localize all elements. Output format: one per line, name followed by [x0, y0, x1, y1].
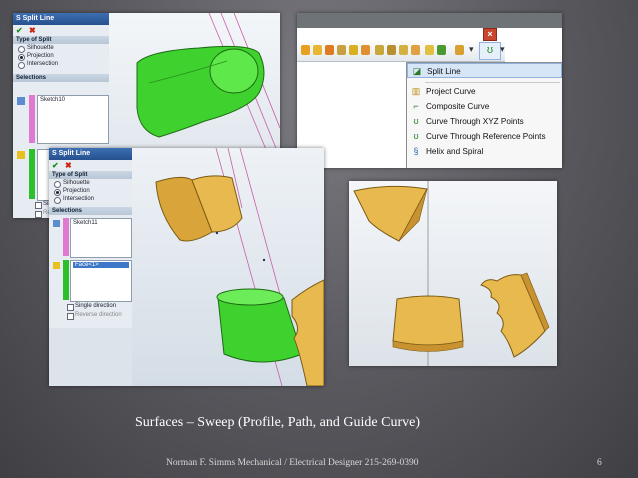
intersection-radio[interactable]: Intersection [13, 60, 109, 69]
sketch-color-bar [29, 95, 35, 143]
selections-header[interactable]: Selections [13, 74, 109, 82]
split-line-icon: S [16, 15, 21, 22]
chevron-down-icon[interactable]: ▾ [469, 44, 474, 55]
reference-geometry-icon[interactable] [455, 45, 464, 55]
slide-footer: Norman F. Simms Mechanical / Electrical … [166, 458, 419, 468]
single-direction-checkbox[interactable]: Single direction [65, 303, 116, 311]
split-result-screenshot [349, 181, 557, 366]
panel-title-text: Split Line [22, 15, 55, 22]
menu-item-label: Curve Through Reference Points [426, 132, 546, 141]
graphics-viewport[interactable] [132, 148, 324, 386]
ok-cancel-row: ✔ ✖ [13, 25, 109, 36]
sketch-item: Sketch11 [73, 220, 98, 226]
panel-title: S Split Line [49, 148, 132, 160]
toolbar-icon-1[interactable] [301, 45, 310, 55]
ok-button[interactable]: ✔ [52, 161, 59, 170]
composite-curve-icon: ⌐ [413, 101, 419, 111]
toolbar-icon-7[interactable] [375, 45, 384, 55]
face-selection-box[interactable]: Face<1> [70, 260, 132, 302]
face-color-bar [29, 149, 35, 199]
sketch-icon [17, 97, 25, 105]
split-result-models [353, 181, 550, 366]
menu-item-project-curve[interactable]: ▥ Project Curve [407, 84, 562, 99]
curves-dropdown-button[interactable]: ʊ [479, 42, 501, 60]
toolbar-icon-3[interactable] [325, 45, 334, 55]
features-toolbar: ▾ ʊ ▾ [297, 41, 505, 62]
toolbar-icon-2[interactable] [313, 45, 322, 55]
menu-item-curve-through-reference[interactable]: ʊ Curve Through Reference Points [407, 129, 562, 144]
sketch-item: Sketch10 [40, 97, 66, 103]
project-curve-icon: ▥ [411, 86, 421, 96]
curves-dropdown-arrow-icon[interactable]: ▾ [500, 44, 505, 55]
curves-menu: ◪ Split Line ▥ Project Curve ⌐ Composite… [406, 62, 562, 168]
type-of-split-header[interactable]: Type of Split [49, 171, 132, 179]
menu-item-curve-through-xyz[interactable]: ʊ Curve Through XYZ Points [407, 114, 562, 129]
toolbar-icon-8[interactable] [387, 45, 396, 55]
toolbar-icon-11[interactable] [425, 45, 434, 55]
menu-item-label: Composite Curve [426, 102, 490, 111]
toolbar-icon-9[interactable] [399, 45, 408, 55]
toolbar-icon-12[interactable] [437, 45, 446, 55]
sketch-selection-box[interactable]: Sketch11 [70, 218, 132, 258]
close-button[interactable]: × [483, 28, 497, 41]
menu-item-composite-curve[interactable]: ⌐ Composite Curve [407, 99, 562, 114]
menu-item-label: Split Line [427, 67, 461, 76]
panel-title-text: Split Line [58, 150, 91, 157]
slide-caption: Surfaces – Sweep (Profile, Path, and Gui… [135, 415, 420, 430]
menu-item-label: Project Curve [426, 87, 476, 96]
toolbar-icon-6[interactable] [361, 45, 370, 55]
reverse-direction-checkbox[interactable]: Reverse direction [65, 312, 122, 320]
sketch-color-bar [63, 218, 69, 256]
split-line-icon: ◪ [412, 66, 422, 76]
curve-xyz-icon: ʊ [413, 116, 419, 126]
curves-menu-screenshot: × ▾ ʊ ▾ ◪ Split Line ▥ Project Curve ⌐ C… [297, 13, 562, 168]
cancel-button[interactable]: ✖ [65, 161, 72, 170]
toolbar-icon-5[interactable] [349, 45, 358, 55]
panel-title: S Split Line [13, 13, 109, 25]
ok-button[interactable]: ✔ [16, 26, 23, 35]
selections-header[interactable]: Selections [49, 207, 132, 215]
split-line-icon: S [52, 150, 57, 157]
menu-item-label: Curve Through XYZ Points [426, 117, 524, 126]
sketch-icon [53, 220, 60, 227]
menu-separator [425, 82, 560, 83]
split-models [155, 148, 324, 386]
sketch-selection-box[interactable]: Sketch10 [37, 95, 109, 144]
helix-icon: § [413, 146, 419, 156]
type-of-split-header[interactable]: Type of Split [13, 36, 109, 44]
face-icon [17, 151, 25, 159]
projection-radio[interactable]: Projection [49, 187, 132, 196]
split-line-screenshot-2: S Split Line ✔ ✖ Type of Split Silhouett… [49, 148, 324, 386]
toolbar-icon-10[interactable] [411, 45, 420, 55]
silhouette-radio[interactable]: Silhouette [13, 44, 109, 53]
projection-radio[interactable]: Projection [13, 52, 109, 61]
silhouette-radio[interactable]: Silhouette [49, 179, 132, 188]
property-manager-panel: S Split Line ✔ ✖ Type of Split Silhouett… [49, 148, 133, 328]
menu-item-label: Helix and Spiral [426, 147, 484, 156]
toolbar-icon-4[interactable] [337, 45, 346, 55]
face-icon [53, 262, 60, 269]
cancel-button[interactable]: ✖ [29, 26, 36, 35]
intersection-radio[interactable]: Intersection [49, 195, 132, 204]
face-color-bar [63, 260, 69, 300]
page-number: 6 [597, 458, 602, 468]
ok-cancel-row: ✔ ✖ [49, 160, 132, 171]
face-item: Face<1> [73, 262, 129, 268]
curve-reference-icon: ʊ [413, 131, 419, 141]
menu-item-helix-spiral[interactable]: § Helix and Spiral [407, 144, 562, 159]
menu-item-split-line[interactable]: ◪ Split Line [407, 63, 562, 78]
